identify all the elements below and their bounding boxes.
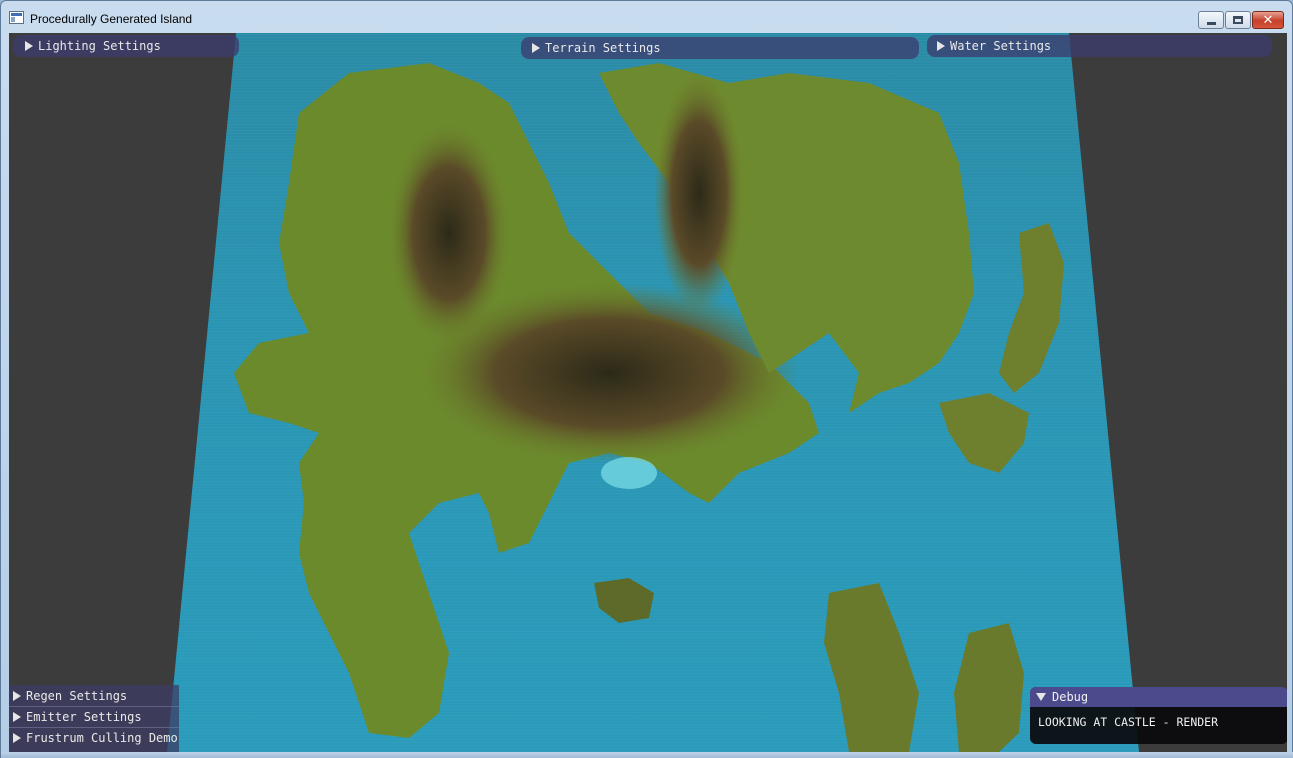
regen-settings-label: Regen Settings bbox=[26, 689, 128, 703]
close-icon: ✕ bbox=[1262, 12, 1274, 28]
terrain-settings-label: Terrain Settings bbox=[545, 41, 661, 55]
window-title: Procedurally Generated Island bbox=[30, 12, 193, 26]
lagoon-glow bbox=[601, 457, 657, 489]
frustum-culling-label: Frustrum Culling Demo bbox=[26, 731, 178, 745]
window-bottom-border bbox=[1, 752, 1293, 758]
maximize-button[interactable] bbox=[1225, 11, 1251, 29]
debug-status-text: LOOKING AT CASTLE - RENDER bbox=[1038, 715, 1219, 729]
collapse-arrow-right-icon bbox=[532, 43, 540, 53]
collapse-arrow-down-icon bbox=[1036, 693, 1046, 701]
terrain-settings-header[interactable]: Terrain Settings bbox=[532, 37, 661, 59]
island-south-small bbox=[594, 578, 654, 623]
bottom-left-panels: Regen Settings Emitter Settings Frustrum… bbox=[9, 685, 179, 752]
app-window-icon[interactable] bbox=[9, 11, 24, 24]
water-settings-header[interactable]: Water Settings bbox=[937, 35, 1051, 57]
frustum-culling-header[interactable]: Frustrum Culling Demo bbox=[13, 728, 178, 748]
regen-settings-header[interactable]: Regen Settings bbox=[13, 686, 127, 706]
water-settings-label: Water Settings bbox=[950, 39, 1052, 53]
island-far-east bbox=[999, 223, 1064, 393]
debug-window[interactable]: Debug LOOKING AT CASTLE - RENDER bbox=[1030, 687, 1287, 744]
north-ridge bbox=[389, 123, 509, 343]
collapse-arrow-right-icon bbox=[13, 733, 21, 743]
caption-buttons: ✕ bbox=[1197, 11, 1284, 29]
debug-title: Debug bbox=[1052, 690, 1089, 704]
island-southeast-small bbox=[939, 393, 1029, 473]
emitter-settings-label: Emitter Settings bbox=[26, 710, 142, 724]
emitter-settings-header[interactable]: Emitter Settings bbox=[13, 707, 142, 727]
east-ridge bbox=[654, 73, 744, 313]
maximize-icon bbox=[1233, 16, 1243, 24]
collapse-arrow-right-icon bbox=[13, 712, 21, 722]
close-button[interactable]: ✕ bbox=[1252, 11, 1284, 29]
app-window: Procedurally Generated Island ✕ Lighting… bbox=[0, 0, 1293, 758]
lighting-settings-label: Lighting Settings bbox=[38, 39, 161, 53]
minimize-icon bbox=[1206, 21, 1216, 25]
title-bar[interactable]: Procedurally Generated Island ✕ bbox=[1, 1, 1292, 33]
collapse-arrow-right-icon bbox=[13, 691, 21, 701]
render-viewport[interactable]: Lighting Settings Terrain Settings Water… bbox=[9, 33, 1287, 752]
minimize-button[interactable] bbox=[1198, 11, 1224, 29]
island-south-east bbox=[824, 583, 919, 752]
collapse-arrow-right-icon bbox=[937, 41, 945, 51]
collapse-arrow-right-icon bbox=[25, 41, 33, 51]
lighting-settings-header[interactable]: Lighting Settings bbox=[25, 35, 161, 57]
debug-title-bar[interactable]: Debug bbox=[1030, 687, 1287, 707]
island-south-far-east bbox=[954, 623, 1024, 752]
island-terrain bbox=[234, 63, 1064, 752]
